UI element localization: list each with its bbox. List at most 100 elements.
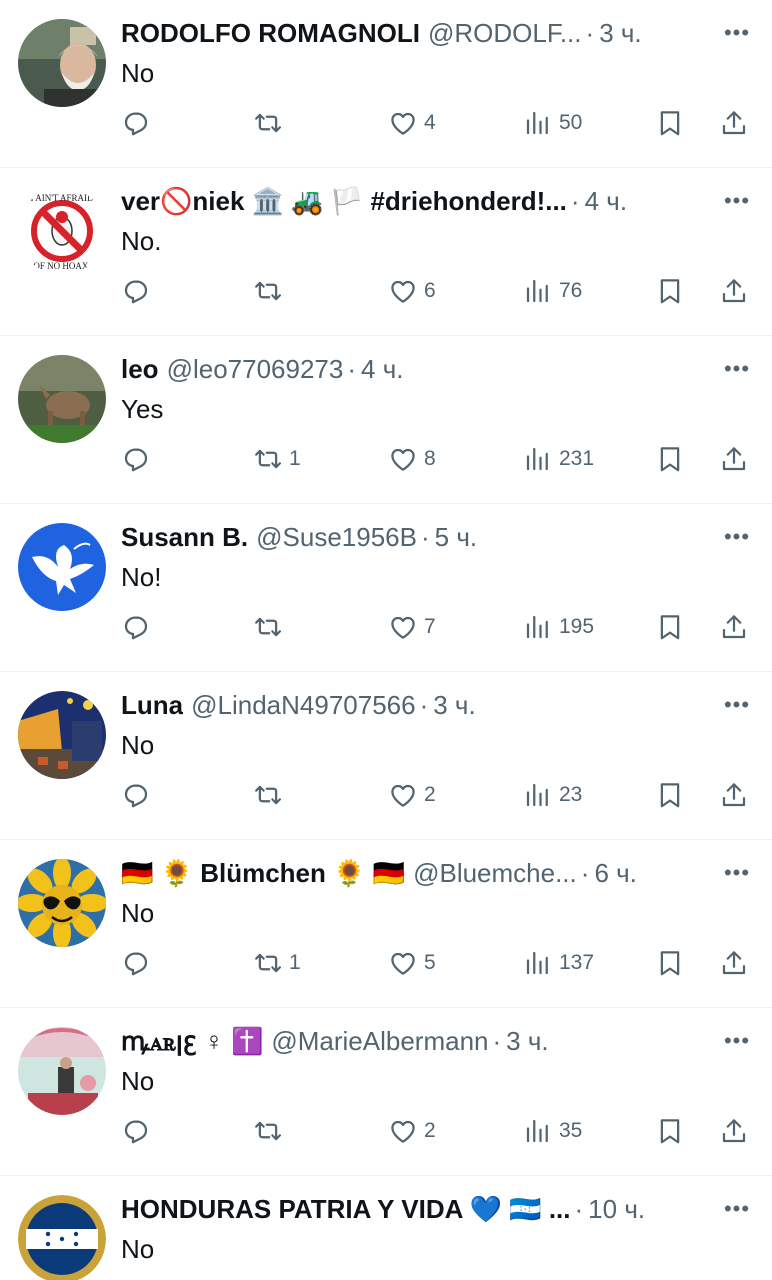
more-dots-icon: ••• [723, 1196, 751, 1221]
author-name[interactable]: ꝳꭺꭱꞁꜫ ♀ ✝️ [121, 1024, 263, 1058]
author-handle[interactable]: @RODOLF... [428, 16, 582, 50]
reply-post[interactable]: I AIN'T AFRAID OF NO HOAX. ver🚫niek 🏛️ 🚜 … [0, 168, 772, 336]
views-button[interactable]: 23 [523, 778, 582, 812]
reply-button[interactable] [121, 610, 151, 644]
like-button[interactable]: 2 [388, 1114, 436, 1148]
like-button[interactable]: 2 [388, 778, 436, 812]
share-button[interactable] [719, 1114, 749, 1148]
like-button[interactable]: 8 [388, 442, 436, 476]
reply-button[interactable] [121, 946, 151, 980]
avatar[interactable] [18, 355, 106, 443]
reply-post[interactable]: leo @leo77069273 4 ч. ••• Yes 1 8 231 [0, 336, 772, 504]
bookmark-button[interactable] [655, 274, 685, 308]
post-time[interactable]: 10 ч. [571, 1192, 645, 1226]
retweet-button[interactable] [253, 778, 289, 812]
views-button[interactable]: 231 [523, 442, 594, 476]
more-options-button[interactable]: ••• [720, 688, 754, 722]
bookmark-button[interactable] [655, 442, 685, 476]
like-button[interactable]: 6 [388, 274, 436, 308]
author-handle[interactable]: @Suse1956B [256, 520, 417, 554]
retweet-button[interactable] [253, 106, 289, 140]
share-button[interactable] [719, 274, 749, 308]
reply-button[interactable] [121, 1114, 151, 1148]
post-text: No! [121, 562, 162, 592]
views-button[interactable]: 76 [523, 274, 582, 308]
post-actions: 4 50 [121, 106, 753, 140]
post-time[interactable]: 5 ч. [417, 520, 477, 554]
views-button[interactable]: 50 [523, 106, 582, 140]
bookmark-button[interactable] [655, 778, 685, 812]
reply-post[interactable]: RODOLFO ROMAGNOLI @RODOLF... 3 ч. ••• No… [0, 0, 772, 168]
avatar[interactable] [18, 859, 106, 947]
bookmark-button[interactable] [655, 106, 685, 140]
author-handle[interactable]: @LindaN49707566 [191, 688, 415, 722]
more-options-button[interactable]: ••• [720, 520, 754, 554]
more-dots-icon: ••• [723, 692, 751, 717]
retweet-button[interactable] [253, 1114, 289, 1148]
more-options-button[interactable]: ••• [720, 352, 754, 386]
avatar[interactable] [18, 523, 106, 611]
author-handle[interactable]: @MarieAlbermann [271, 1024, 488, 1058]
avatar[interactable] [18, 1195, 106, 1280]
retweet-button[interactable]: 1 [253, 946, 301, 980]
bookmark-button[interactable] [655, 1114, 685, 1148]
retweet-icon [255, 785, 281, 805]
views-button[interactable]: 137 [523, 946, 594, 980]
share-button[interactable] [719, 946, 749, 980]
more-options-button[interactable]: ••• [720, 856, 754, 890]
reply-button[interactable] [121, 106, 151, 140]
views-bar-chart-icon [526, 951, 548, 975]
author-handle[interactable]: @leo77069273 [167, 352, 344, 386]
bookmark-button[interactable] [655, 610, 685, 644]
like-button[interactable]: 4 [388, 106, 436, 140]
share-upload-icon [722, 279, 746, 303]
reply-button[interactable] [121, 778, 151, 812]
avatar[interactable] [18, 691, 106, 779]
heart-icon [391, 784, 415, 807]
more-dots-icon: ••• [723, 524, 751, 549]
share-button[interactable] [719, 442, 749, 476]
more-options-button[interactable]: ••• [720, 184, 754, 218]
author-name[interactable]: Susann B. [121, 520, 248, 554]
reply-post[interactable]: ꝳꭺꭱꞁꜫ ♀ ✝️ @MarieAlbermann 3 ч. ••• No 2… [0, 1008, 772, 1176]
views-button[interactable]: 35 [523, 1114, 582, 1148]
avatar[interactable] [18, 1027, 106, 1115]
views-bar-chart-icon [526, 615, 548, 639]
author-name[interactable]: ver🚫niek 🏛️ 🚜 🏳️ #driehonderd!... [121, 184, 567, 218]
post-time[interactable]: 3 ч. [489, 1024, 548, 1058]
reply-post[interactable]: Luna @LindaN49707566 3 ч. ••• No 2 23 [0, 672, 772, 840]
reply-post[interactable]: HONDURAS PATRIA Y VIDA 💙 🇭🇳 ... 10 ч. ••… [0, 1176, 772, 1280]
reply-post[interactable]: 🇩🇪 🌻 Blümchen 🌻 🇩🇪 @Bluemche... 6 ч. •••… [0, 840, 772, 1008]
author-handle[interactable]: @Bluemche... [413, 856, 577, 890]
avatar[interactable] [18, 19, 106, 107]
share-button[interactable] [719, 610, 749, 644]
share-button[interactable] [719, 778, 749, 812]
post-time[interactable]: 3 ч. [416, 688, 475, 722]
author-name[interactable]: HONDURAS PATRIA Y VIDA 💙 🇭🇳 ... [121, 1192, 571, 1226]
reply-post[interactable]: Susann B. @Suse1956B 5 ч. ••• No! 7 195 [0, 504, 772, 672]
bookmark-button[interactable] [655, 946, 685, 980]
author-name[interactable]: Luna [121, 688, 183, 722]
more-options-button[interactable]: ••• [720, 1024, 754, 1058]
post-time[interactable]: 4 ч. [343, 352, 403, 386]
author-name[interactable]: 🇩🇪 🌻 Blümchen 🌻 🇩🇪 [121, 856, 405, 890]
view-count: 23 [559, 783, 583, 806]
author-name[interactable]: RODOLFO ROMAGNOLI [121, 16, 420, 50]
post-time[interactable]: 3 ч. [582, 16, 641, 50]
reply-button[interactable] [121, 274, 151, 308]
like-button[interactable]: 5 [388, 946, 436, 980]
like-button[interactable]: 7 [388, 610, 436, 644]
views-button[interactable]: 195 [523, 610, 594, 644]
retweet-button[interactable] [253, 274, 289, 308]
more-dots-icon: ••• [723, 188, 751, 213]
retweet-button[interactable]: 1 [253, 442, 301, 476]
avatar[interactable]: I AIN'T AFRAID OF NO HOAX. [18, 187, 106, 275]
reply-button[interactable] [121, 442, 151, 476]
share-button[interactable] [719, 106, 749, 140]
retweet-button[interactable] [253, 610, 289, 644]
post-time[interactable]: 4 ч. [567, 184, 627, 218]
author-name[interactable]: leo [121, 352, 159, 386]
more-options-button[interactable]: ••• [720, 1192, 754, 1226]
more-options-button[interactable]: ••• [720, 16, 754, 50]
post-time[interactable]: 6 ч. [577, 856, 636, 890]
